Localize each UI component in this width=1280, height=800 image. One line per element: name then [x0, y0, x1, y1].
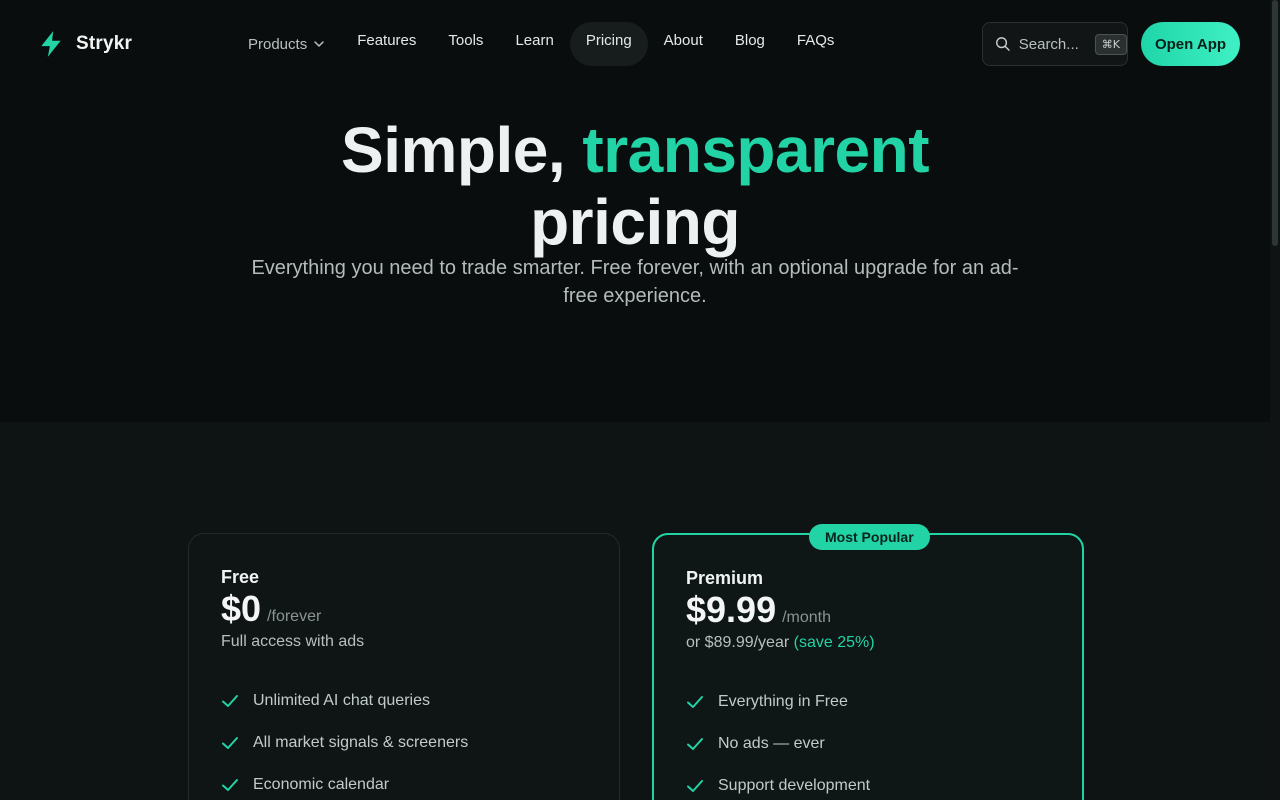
nav-item-label: Features [357, 31, 417, 49]
scrollbar-thumb[interactable] [1272, 0, 1278, 246]
search-icon [996, 37, 1010, 51]
search-placeholder: Search... [1018, 35, 1079, 53]
plan-period: /forever [267, 608, 322, 625]
check-icon [222, 737, 238, 749]
nav-item-label: Blog [734, 31, 765, 49]
search-button[interactable]: Search... ⌘K [982, 22, 1128, 66]
nav-item-tools[interactable]: Tools [432, 22, 499, 66]
check-icon [687, 738, 703, 750]
plan-name: Premium [686, 568, 764, 588]
nav-item-blog[interactable]: Blog [719, 22, 781, 66]
page-subtitle: Everything you need to trade smarter. Fr… [251, 257, 1019, 307]
title-accent: transparent [582, 114, 929, 186]
feature-label: Support development [718, 777, 871, 794]
plan-price: $9.99 [686, 589, 777, 630]
nav-item-pricing[interactable]: Pricing [569, 22, 648, 66]
pricing-section: Free $0 /forever Full access with ads Un… [0, 422, 1270, 800]
title-lead: Simple, [341, 114, 583, 186]
check-icon [222, 695, 238, 707]
hero-section: Simple, transparent pricing Everything y… [0, 88, 1270, 422]
nav-item-faqs[interactable]: FAQs [781, 22, 851, 66]
feature-item: No ads — ever [686, 723, 870, 765]
nav-item-products[interactable]: Products [232, 22, 341, 66]
feature-label: Unlimited AI chat queries [253, 692, 430, 709]
feature-item: All market signals & screeners [221, 722, 468, 764]
nav-item-label: Learn [515, 31, 554, 49]
nav-item-features[interactable]: Features [341, 22, 432, 66]
check-icon [687, 696, 703, 708]
search-shortcut-badge: ⌘K [1094, 33, 1127, 55]
feature-item: Everything in Free [686, 681, 870, 723]
check-icon [687, 780, 703, 792]
nav-item-label: Pricing [585, 31, 632, 49]
price-row: $9.99 /month [686, 589, 831, 631]
chevron-down-icon [314, 41, 324, 47]
nav-item-label: Products [248, 35, 308, 53]
feature-item: Economic calendar [221, 764, 468, 800]
feature-list: Unlimited AI chat queries All market sig… [221, 680, 468, 800]
plan-card-free: Free $0 /forever Full access with ads Un… [188, 533, 620, 800]
feature-item: Support development [686, 765, 870, 800]
annual-price: or $89.99/year [686, 634, 794, 651]
title-tail: pricing [530, 186, 740, 258]
feature-item: Unlimited AI chat queries [221, 680, 468, 722]
open-app-button[interactable]: Open App [1141, 22, 1240, 66]
feature-label: Everything in Free [718, 693, 848, 710]
nav-item-label: About [663, 31, 703, 49]
nav-item-learn[interactable]: Learn [499, 22, 569, 66]
plan-price: $0 [221, 588, 262, 629]
nav-item-label: FAQs [796, 31, 835, 49]
plan-name: Free [221, 567, 260, 587]
feature-list: Everything in Free No ads — ever Support… [686, 681, 870, 800]
savings-label: (save 25%) [793, 634, 875, 651]
plan-description: or $89.99/year (save 25%) [686, 634, 875, 652]
check-icon [222, 779, 238, 791]
brand-logo-link[interactable]: Strykr [38, 30, 132, 58]
feature-label: All market signals & screeners [253, 734, 469, 751]
plan-period: /month [782, 609, 832, 626]
plan-description: Full access with ads [221, 633, 365, 650]
nav-item-about[interactable]: About [648, 22, 719, 66]
nav-item-label: Tools [448, 31, 484, 49]
feature-label: No ads — ever [718, 735, 825, 752]
most-popular-badge: Most Popular [809, 524, 930, 550]
price-row: $0 /forever [221, 588, 321, 630]
brand-name: Strykr [76, 33, 133, 54]
top-navigation: Strykr Products Features Tools Learn Pri… [0, 0, 1270, 88]
plan-card-premium: Most Popular Premium $9.99 /month or $89… [652, 524, 1084, 800]
feature-label: Economic calendar [253, 776, 390, 793]
main-menu: Products Features Tools Learn Pricing Ab… [232, 22, 850, 66]
page-title: Simple, transparent pricing [0, 114, 1270, 258]
lightning-bolt-icon [41, 31, 61, 57]
